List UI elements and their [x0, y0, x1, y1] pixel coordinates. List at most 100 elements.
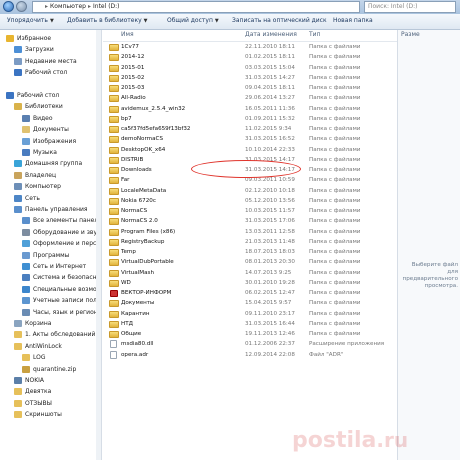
file-row[interactable]: DISTRIB 31.03.2015 14:17 Папка с файлами: [103, 155, 397, 165]
file-type: Папка с файлами: [309, 136, 361, 143]
nav-item-label: Музыка: [33, 149, 57, 156]
nav-item-label: Часы, язык и регион: [33, 308, 98, 316]
file-row[interactable]: 2014-12 01.02.2015 18:11 Папка с файлами: [103, 52, 397, 62]
folder-icon: [109, 228, 119, 236]
programs-icon: [22, 251, 30, 259]
column-header-size[interactable]: Разме: [401, 31, 420, 38]
file-row[interactable]: DesktopOK_x64 10.10.2014 22:33 Папка с фай…: [103, 145, 397, 155]
nav-item-label: Все элементы панели: [33, 217, 102, 225]
file-row[interactable]: Far 09.03.2011 10:59 Папка с файлами: [103, 175, 397, 185]
file-date: 01.02.2015 18:11: [245, 54, 295, 61]
file-type: Папка с файлами: [309, 197, 361, 204]
nav-item-label: Сеть: [25, 194, 40, 202]
share-button[interactable]: Общий доступ ▼: [167, 17, 219, 24]
homegroup-icon: [14, 160, 22, 168]
file-name: Program Files (x86): [121, 228, 176, 235]
file-type: Папка с файлами: [309, 259, 361, 266]
file-row[interactable]: Nokia 6720c 05.12.2010 13:56 Папка с файла…: [103, 196, 397, 206]
breadcrumb-drive[interactable]: Intel (D:): [93, 3, 120, 10]
column-header-type[interactable]: Тип: [309, 31, 321, 38]
file-row[interactable]: 2015-02 31.03.2015 14:27 Папка с файлами: [103, 73, 397, 83]
nav-item-label: Сеть и Интернет: [33, 263, 87, 270]
organize-button[interactable]: Упорядочить ▼: [7, 17, 54, 24]
file-type: Папка с файлами: [309, 146, 361, 153]
file-date: 31.03.2015 17:06: [245, 218, 295, 225]
folder-icon: [109, 208, 119, 215]
search-input[interactable]: Поиск: Intel (D:): [364, 1, 456, 13]
file-row[interactable]: WD 30.01.2010 19:28 Папка с файлами: [103, 278, 397, 288]
file-row[interactable]: LocaleMetaData 02.12.2010 10:18 Папка с фа…: [103, 186, 397, 196]
folder-icon: [109, 279, 119, 287]
file-date: 31.03.2015 14:17: [245, 156, 295, 163]
file-row[interactable]: All-Radio 29.06.2014 13:27 Папка с файлами: [103, 93, 397, 103]
nav-item-label: Изображения: [33, 137, 77, 145]
folder-icon: [109, 105, 119, 113]
nav-item-label: Загрузки: [25, 46, 54, 54]
folder-icon: [109, 64, 119, 72]
file-row[interactable]: NormaCS 2.0 31.03.2015 17:06 Папка с файла…: [103, 216, 397, 226]
column-header-date[interactable]: Дата изменения: [245, 31, 297, 38]
file-row[interactable]: demoNormaCS 31.03.2015 16:52 Папка с файла…: [103, 134, 397, 144]
file-row[interactable]: opera.adr 12.09.2014 22:08 Файл "ADR": [103, 350, 397, 360]
preview-message: Выберите файл для предварительного просм…: [402, 262, 458, 289]
forward-button[interactable]: [16, 1, 27, 12]
burn-button[interactable]: Записать на оптический диск: [232, 17, 327, 24]
file-row[interactable]: ca5f37fd5efa659f13bf32 11.02.2015 9:34 Пап…: [103, 124, 397, 134]
column-header-name[interactable]: Имя: [121, 31, 134, 38]
folder-icon: [109, 249, 119, 256]
nav-item-label: Документы: [33, 126, 69, 134]
file-row[interactable]: Program Files (x86) 13.03.2011 12:58 Папка…: [103, 227, 397, 237]
file-row[interactable]: 2015-03 09.04.2015 18:11 Папка с файлами: [103, 83, 397, 93]
desktop-icon: [6, 92, 14, 99]
file-row[interactable]: Temp 18.07.2013 18:03 Папка с файлами: [103, 247, 397, 257]
file-row[interactable]: RegistryBackup 21.03.2013 11:48 Папка с фа…: [103, 237, 397, 247]
nav-item-label: quarantine.zip: [33, 365, 77, 373]
folder-icon: [14, 399, 22, 407]
nav-scrollbar[interactable]: [96, 30, 101, 460]
folder-icon: [109, 74, 119, 82]
file-date: 13.03.2011 12:58: [245, 228, 295, 235]
file-type: Папка с файлами: [309, 300, 361, 307]
file-type: Папка с файлами: [309, 126, 361, 132]
nav-item-label: Недавние места: [25, 57, 77, 65]
file-name: 2014-12: [121, 54, 145, 61]
folder-icon: [109, 115, 119, 123]
file-name: NormaCS 2.0: [121, 218, 158, 225]
nav-item-label: ОТЗЫВЫ: [25, 399, 52, 407]
file-row[interactable]: Общие 19.11.2013 12:46 Папка с файлами: [103, 329, 397, 339]
file-row[interactable]: Документы 15.04.2015 9:57 Папка с файлами: [103, 298, 397, 308]
file-name: RegistryBackup: [121, 238, 165, 245]
file-date: 10.10.2014 22:33: [245, 146, 295, 153]
file-row[interactable]: msdia80.dll 01.12.2006 22:37 Расширение пр…: [103, 339, 397, 349]
file-row[interactable]: Downloads 31.03.2015 14:17 Папка с файлами: [103, 165, 397, 175]
file-type: Расширение приложения: [309, 341, 385, 348]
nav-item-label: Панель управления: [25, 206, 88, 213]
file-row[interactable]: VirtualDubPortable 08.01.2013 20:30 Папка …: [103, 257, 397, 267]
file-row[interactable]: 2015-01 03.03.2015 15:04 Папка с файлами: [103, 63, 397, 73]
file-row[interactable]: bp7 01.09.2011 15:32 Папка с файлами: [103, 114, 397, 124]
images-icon: [22, 137, 30, 145]
file-name: opera.adr: [121, 351, 149, 358]
file-row[interactable]: НТД 31.03.2015 16:44 Папка с файлами: [103, 319, 397, 329]
folder-icon: [109, 177, 119, 185]
file-row[interactable]: 1Cv77 22.11.2010 18:11 Папка с файлами: [103, 42, 397, 52]
address-input[interactable]: ▸ Компьютер ▸ Intel (D:): [32, 1, 360, 13]
nav-item-label: Программы: [33, 251, 70, 259]
file-row[interactable]: NormaCS 10.03.2015 11:57 Папка с файлами: [103, 206, 397, 216]
file-date: 02.12.2010 10:18: [245, 187, 295, 194]
back-button[interactable]: [3, 1, 14, 12]
breadcrumb-computer[interactable]: Компьютер: [50, 3, 86, 10]
file-row[interactable]: VirtualMash 14.07.2013 9:25 Папка с файлам…: [103, 268, 397, 278]
file-type: Папка с файлами: [309, 187, 361, 194]
nav-item-label: Оборудование и звук: [33, 228, 101, 236]
recent-places-icon: [14, 57, 22, 65]
add-to-library-button[interactable]: Добавить в библиотеку ▼: [67, 17, 147, 24]
nav-item-label: Библиотеки: [25, 103, 63, 111]
file-row[interactable]: ВЕКТОР-ИНФОРМ 06.02.2015 12:47 Папка с фай…: [103, 288, 397, 298]
new-folder-button[interactable]: Новая папка: [333, 17, 373, 24]
libraries-icon: [14, 103, 22, 111]
file-name: Nokia 6720c: [121, 197, 156, 204]
file-row[interactable]: Карантин 09.11.2010 23:17 Папка с файлами: [103, 309, 397, 319]
file-row[interactable]: avidemux_2.5.4_win32 16.05.2011 11:36 Папк…: [103, 104, 397, 114]
file-type: Папка с файлами: [309, 279, 361, 286]
